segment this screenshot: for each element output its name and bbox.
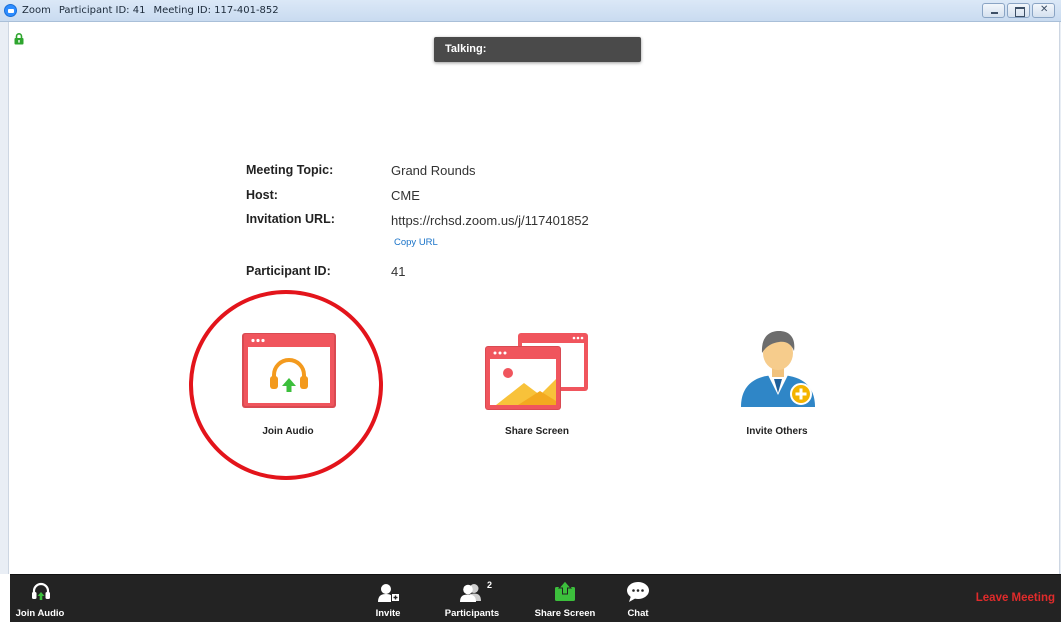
title-meeting-id: Meeting ID: 117-401-852	[153, 5, 279, 16]
share-screen-icon	[485, 333, 588, 410]
title-participant-id: Participant ID: 41	[58, 5, 146, 16]
toolbar-participants[interactable]: 2 Participants	[440, 575, 504, 622]
participants-count-badge: 2	[487, 580, 493, 590]
invitation-url-label: Invitation URL:	[246, 212, 335, 226]
headphone-icon	[32, 582, 50, 600]
share-screen-toolbar-icon	[555, 580, 575, 601]
app-name: Zoom	[22, 5, 51, 16]
lock-icon[interactable]	[14, 33, 24, 45]
toolbar-join-audio-label: Join Audio	[15, 608, 65, 619]
window-controls	[982, 3, 1055, 18]
participant-id-value: 41	[391, 264, 406, 279]
invite-others-label[interactable]: Invite Others	[746, 426, 807, 437]
toolbar-chat[interactable]: Chat	[618, 575, 658, 622]
invite-others-icon	[741, 331, 815, 407]
host-label: Host:	[246, 188, 278, 202]
meeting-topic-value: Grand Rounds	[391, 163, 476, 178]
window-title: Zoom Participant ID: 41 Meeting ID: 117-40…	[22, 5, 287, 16]
leave-meeting-button[interactable]: Leave Meeting	[976, 592, 1055, 604]
participant-id-label: Participant ID:	[246, 264, 331, 278]
invite-icon	[378, 584, 400, 602]
minimize-button[interactable]	[982, 3, 1005, 18]
meeting-topic-label: Meeting Topic:	[246, 163, 334, 177]
toolbar-share-screen-label: Share Screen	[534, 608, 596, 619]
window-left-border	[0, 22, 9, 574]
copy-url-link[interactable]: Copy URL	[394, 237, 438, 248]
participants-icon	[460, 584, 481, 602]
share-screen-tile[interactable]	[482, 331, 590, 413]
maximize-button[interactable]	[1007, 3, 1030, 18]
toolbar-chat-label: Chat	[627, 608, 649, 619]
share-screen-label[interactable]: Share Screen	[505, 426, 569, 437]
toolbar-invite-label: Invite	[375, 608, 401, 619]
chat-icon	[627, 582, 649, 602]
close-button[interactable]	[1032, 3, 1055, 18]
meeting-toolbar: Join Audio Invite 2 Participants Share S…	[10, 574, 1061, 622]
host-value: CME	[391, 188, 420, 203]
window-titlebar: Zoom Participant ID: 41 Meeting ID: 117-40…	[0, 0, 1061, 22]
invite-others-tile[interactable]	[735, 323, 821, 411]
toolbar-join-audio[interactable]: Join Audio	[10, 575, 70, 622]
invitation-url-value: https://rchsd.zoom.us/j/117401852	[391, 213, 589, 228]
zoom-app-icon	[4, 4, 17, 17]
toolbar-participants-label: Participants	[444, 608, 500, 619]
toolbar-invite[interactable]: Invite	[368, 575, 408, 622]
toolbar-share-screen[interactable]: Share Screen	[530, 575, 600, 622]
talking-indicator: Talking:	[434, 37, 641, 62]
annotation-circle	[189, 290, 383, 480]
